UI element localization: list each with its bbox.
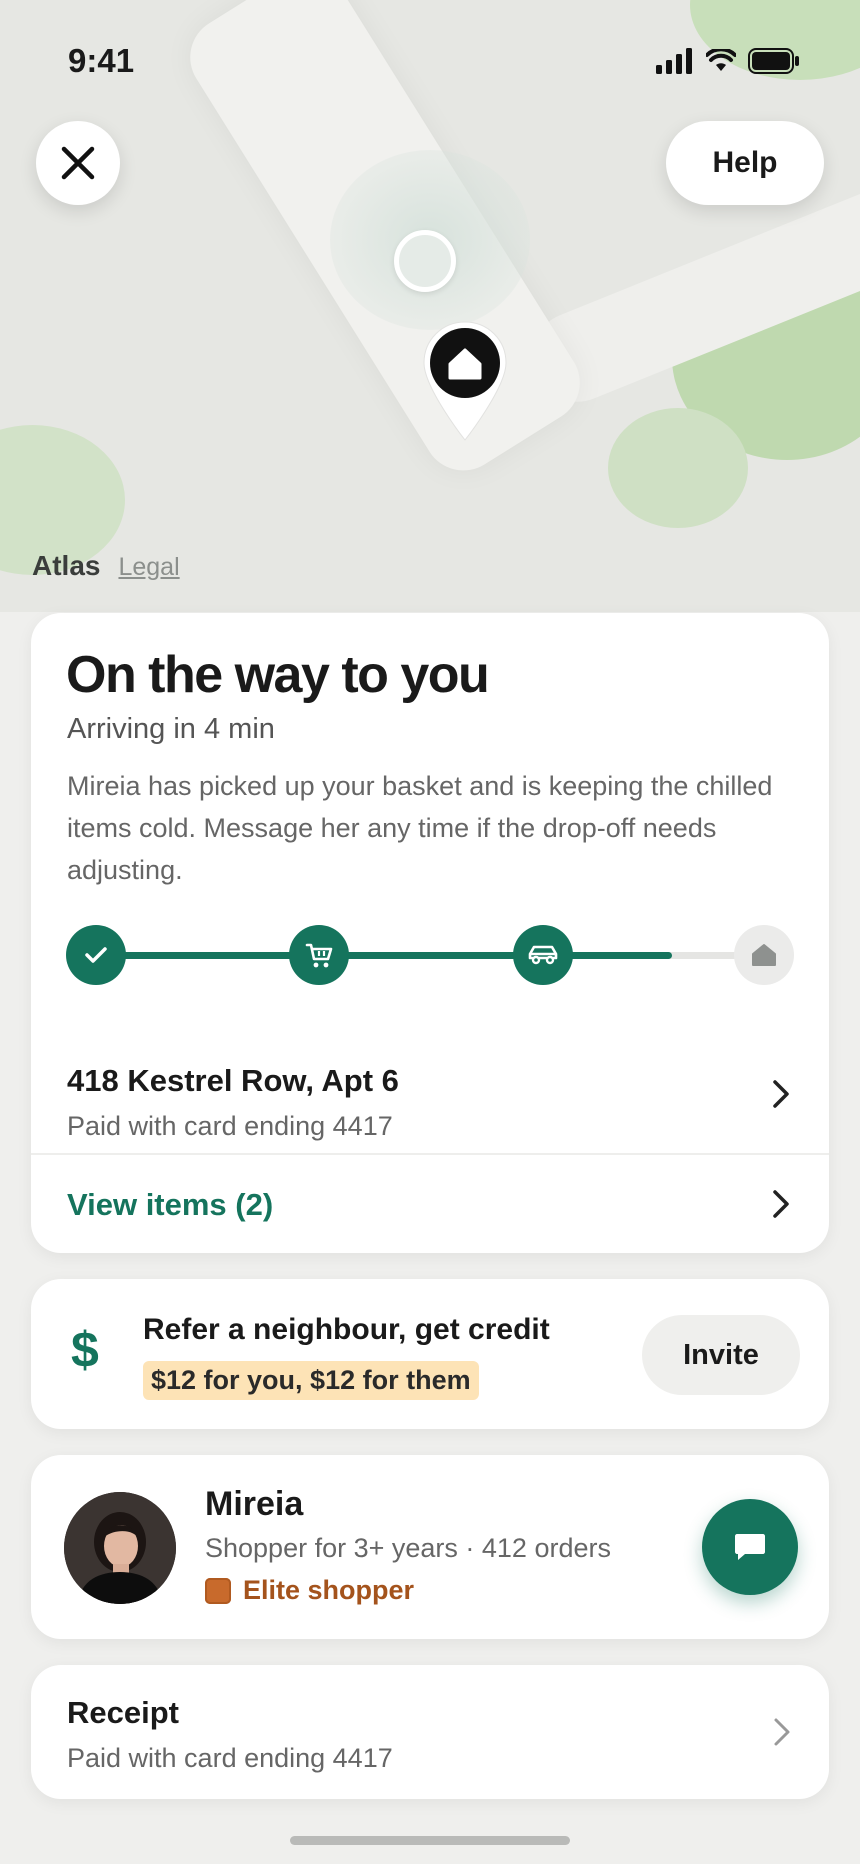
eta-label: Arriving in 4 min	[67, 713, 275, 745]
status-icons	[656, 48, 800, 74]
referral-title: Refer a neighbour, get credit	[143, 1313, 550, 1346]
signal-icon	[656, 48, 692, 74]
elite-badge-icon	[205, 1577, 231, 1604]
dollar-icon: $	[71, 1322, 99, 1378]
step-delivered	[734, 925, 794, 985]
referral-offer: $12 for you, $12 for them	[143, 1361, 479, 1400]
delivery-address: 418 Kestrel Row, Apt 6	[67, 1063, 399, 1098]
avatar[interactable]	[64, 1492, 176, 1604]
step-confirmed	[66, 925, 126, 985]
wifi-icon	[706, 49, 736, 71]
view-items-row[interactable]: View items (2)	[31, 1155, 829, 1253]
battery-icon	[748, 48, 799, 74]
shopper-photo	[64, 1492, 176, 1604]
order-status-card: On the way to you Arriving in 4 min Mire…	[31, 613, 829, 1253]
map-attribution: Atlas Legal	[32, 550, 180, 582]
order-progress-tracker	[66, 925, 794, 985]
shopper-location-dot	[394, 230, 456, 292]
map-provider-label: Atlas	[32, 550, 101, 581]
car-icon	[528, 945, 558, 965]
referral-card: $ Refer a neighbour, get credit $12 for …	[31, 1279, 829, 1429]
status-time: 9:41	[68, 42, 135, 79]
shopper-card: Mireia Shopper for 3+ years · 412 orders…	[31, 1455, 829, 1639]
home-pin-icon	[423, 321, 507, 441]
legal-link[interactable]: Legal	[118, 553, 179, 582]
check-icon	[85, 947, 107, 963]
step-driving	[513, 925, 573, 985]
elite-badge-label: Elite shopper	[243, 1575, 415, 1605]
progress-fill	[96, 952, 672, 959]
message-shopper-button[interactable]	[702, 1499, 798, 1595]
receipt-payment: Paid with card ending 4417	[67, 1743, 393, 1773]
map-park	[608, 408, 748, 528]
help-button[interactable]: Help	[666, 121, 824, 205]
home-icon	[752, 944, 776, 966]
close-button[interactable]	[36, 121, 120, 205]
chevron-right-icon	[773, 1080, 789, 1108]
step-shopping	[289, 925, 349, 985]
cart-icon	[305, 943, 333, 968]
shopper-meta: Shopper for 3+ years · 412 orders	[205, 1533, 611, 1563]
order-status-title: On the way to you	[66, 646, 490, 704]
status-bar: 9:41	[0, 0, 860, 120]
home-indicator[interactable]	[290, 1836, 570, 1845]
receipt-row[interactable]: Receipt Paid with card ending 4417	[31, 1665, 829, 1799]
delivery-address-row[interactable]: 418 Kestrel Row, Apt 6 Paid with card en…	[31, 1033, 829, 1153]
chevron-right-icon	[774, 1718, 790, 1746]
payment-method: Paid with card ending 4417	[67, 1111, 393, 1141]
chevron-right-icon	[773, 1190, 789, 1218]
order-description: Mireia has picked up your basket and is …	[67, 771, 773, 885]
shopper-name: Mireia	[205, 1485, 304, 1523]
invite-button[interactable]: Invite	[642, 1315, 800, 1395]
view-items-link[interactable]: View items (2)	[67, 1187, 273, 1223]
close-icon	[61, 146, 95, 180]
receipt-title: Receipt	[67, 1695, 179, 1730]
elite-badge: Elite shopper	[205, 1575, 414, 1606]
chat-bubble-icon	[735, 1534, 765, 1560]
